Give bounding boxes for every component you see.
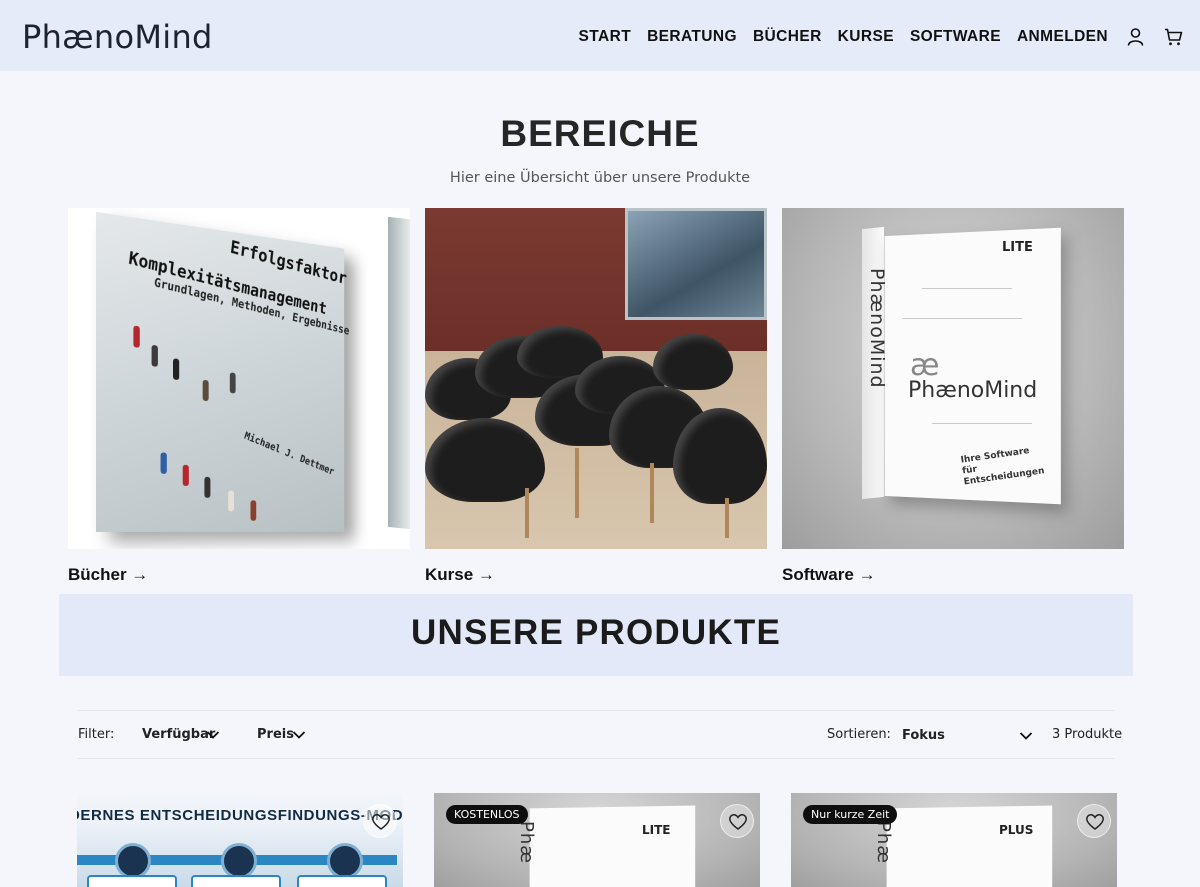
nav-anmelden[interactable]: ANMELDEN (1017, 28, 1108, 46)
chevron-down-icon[interactable] (292, 730, 306, 740)
filter-verfuegbar[interactable]: Verfügbar (142, 727, 215, 742)
sort-label: Sortieren: (827, 727, 891, 742)
filter-preis[interactable]: Preis (257, 727, 294, 742)
chair (653, 334, 733, 390)
process-step (87, 875, 177, 887)
room-window (625, 208, 767, 320)
cover-figure (151, 344, 158, 367)
chevron-down-icon[interactable] (206, 730, 220, 740)
section-title-bereiche: BEREICHE (500, 113, 700, 154)
heart-icon (372, 814, 390, 830)
chair-leg (650, 463, 654, 523)
divider (78, 710, 1114, 711)
section-title-produkte: UNSERE PRODUKTE (411, 613, 781, 652)
chevron-down-icon[interactable] (1019, 731, 1033, 741)
circuit-line (932, 423, 1032, 424)
software-edition: PLUS (999, 823, 1034, 837)
category-link-software[interactable]: Software → (782, 565, 876, 585)
process-step (191, 875, 281, 887)
category-link-kurse[interactable]: Kurse → (425, 565, 495, 585)
badge-nur-kurze-zeit: Nur kurze Zeit (803, 805, 898, 824)
site-header: PhænoMind START BERATUNG BÜCHER KURSE SO… (0, 0, 1200, 71)
heart-icon (729, 814, 747, 830)
divider (78, 758, 1114, 759)
products-banner: UNSERE PRODUKTE (59, 594, 1133, 676)
category-image-software[interactable]: PhænoMind LITE æ PhænoMind Ihre Software… (782, 208, 1124, 549)
chair-leg (725, 498, 729, 538)
nav-buecher[interactable]: BÜCHER (753, 28, 822, 46)
cover-figure (229, 372, 236, 394)
software-box (529, 805, 696, 887)
section-subtitle: Hier eine Übersicht über unsere Produkte (449, 170, 751, 186)
product-card[interactable]: Phæ LITE KOSTENLOS (434, 793, 760, 887)
category-image-buecher[interactable]: Erfolgsfaktor Komplexitätsmanagement Gru… (68, 208, 410, 549)
process-step (297, 875, 387, 887)
cart-icon[interactable] (1164, 28, 1183, 46)
category-image-kurse[interactable] (425, 208, 767, 549)
sort-select[interactable]: Fokus (902, 728, 945, 743)
book-author: Michael J. Dettmer (243, 429, 336, 478)
product-card[interactable]: Phæ PLUS Nur kurze Zeit (791, 793, 1117, 887)
product-card[interactable]: DERNES ENTSCHEIDUNGSFINDUNGS-MOD (77, 793, 403, 887)
software-box-logo: PhænoMind (908, 378, 1038, 403)
nav-software[interactable]: SOFTWARE (910, 28, 1001, 46)
user-icon[interactable] (1127, 28, 1144, 46)
cover-figure (173, 358, 180, 381)
product-count: 3 Produkte (1052, 727, 1123, 742)
logo[interactable]: PhænoMind (22, 18, 213, 56)
chair-leg (525, 488, 529, 538)
calculator-icon (115, 843, 151, 879)
software-edition: LITE (1002, 240, 1033, 255)
wishlist-button[interactable] (1077, 804, 1111, 838)
chair-leg (575, 448, 579, 518)
wishlist-button[interactable] (363, 804, 397, 838)
circuit-line (922, 288, 1012, 289)
circuit-line (902, 318, 1022, 319)
software-box-vertical-text: PhænoMind (866, 268, 888, 389)
cover-figure (228, 490, 234, 512)
gear-icon (327, 843, 363, 879)
software-box-vertical-text: Phæ (873, 821, 894, 864)
scales-icon (221, 843, 257, 879)
software-box-vertical-text: Phæ (516, 821, 537, 864)
cover-figure (182, 464, 189, 486)
nav-beratung[interactable]: BERATUNG (647, 28, 737, 46)
software-box (886, 805, 1053, 887)
heart-icon (1086, 814, 1104, 830)
wishlist-button[interactable] (720, 804, 754, 838)
cover-figure (204, 476, 211, 498)
chair (673, 408, 767, 504)
filter-label: Filter: (78, 727, 115, 742)
book-spine (388, 216, 410, 530)
cover-figure (133, 325, 140, 348)
nav-start[interactable]: START (579, 28, 632, 46)
cover-figure (250, 500, 257, 521)
badge-kostenlos: KOSTENLOS (446, 805, 528, 824)
cover-figure (160, 452, 167, 474)
category-link-buecher[interactable]: Bücher → (68, 565, 148, 585)
book-cover: Erfolgsfaktor Komplexitätsmanagement Gru… (96, 212, 350, 532)
nav-kurse[interactable]: KURSE (838, 28, 894, 46)
product-banner-text: DERNES ENTSCHEIDUNGSFINDUNGS-MOD (77, 807, 403, 824)
main-nav: START BERATUNG BÜCHER KURSE SOFTWARE ANM… (579, 28, 1108, 46)
software-edition: LITE (642, 823, 671, 837)
cover-figure (202, 379, 209, 402)
